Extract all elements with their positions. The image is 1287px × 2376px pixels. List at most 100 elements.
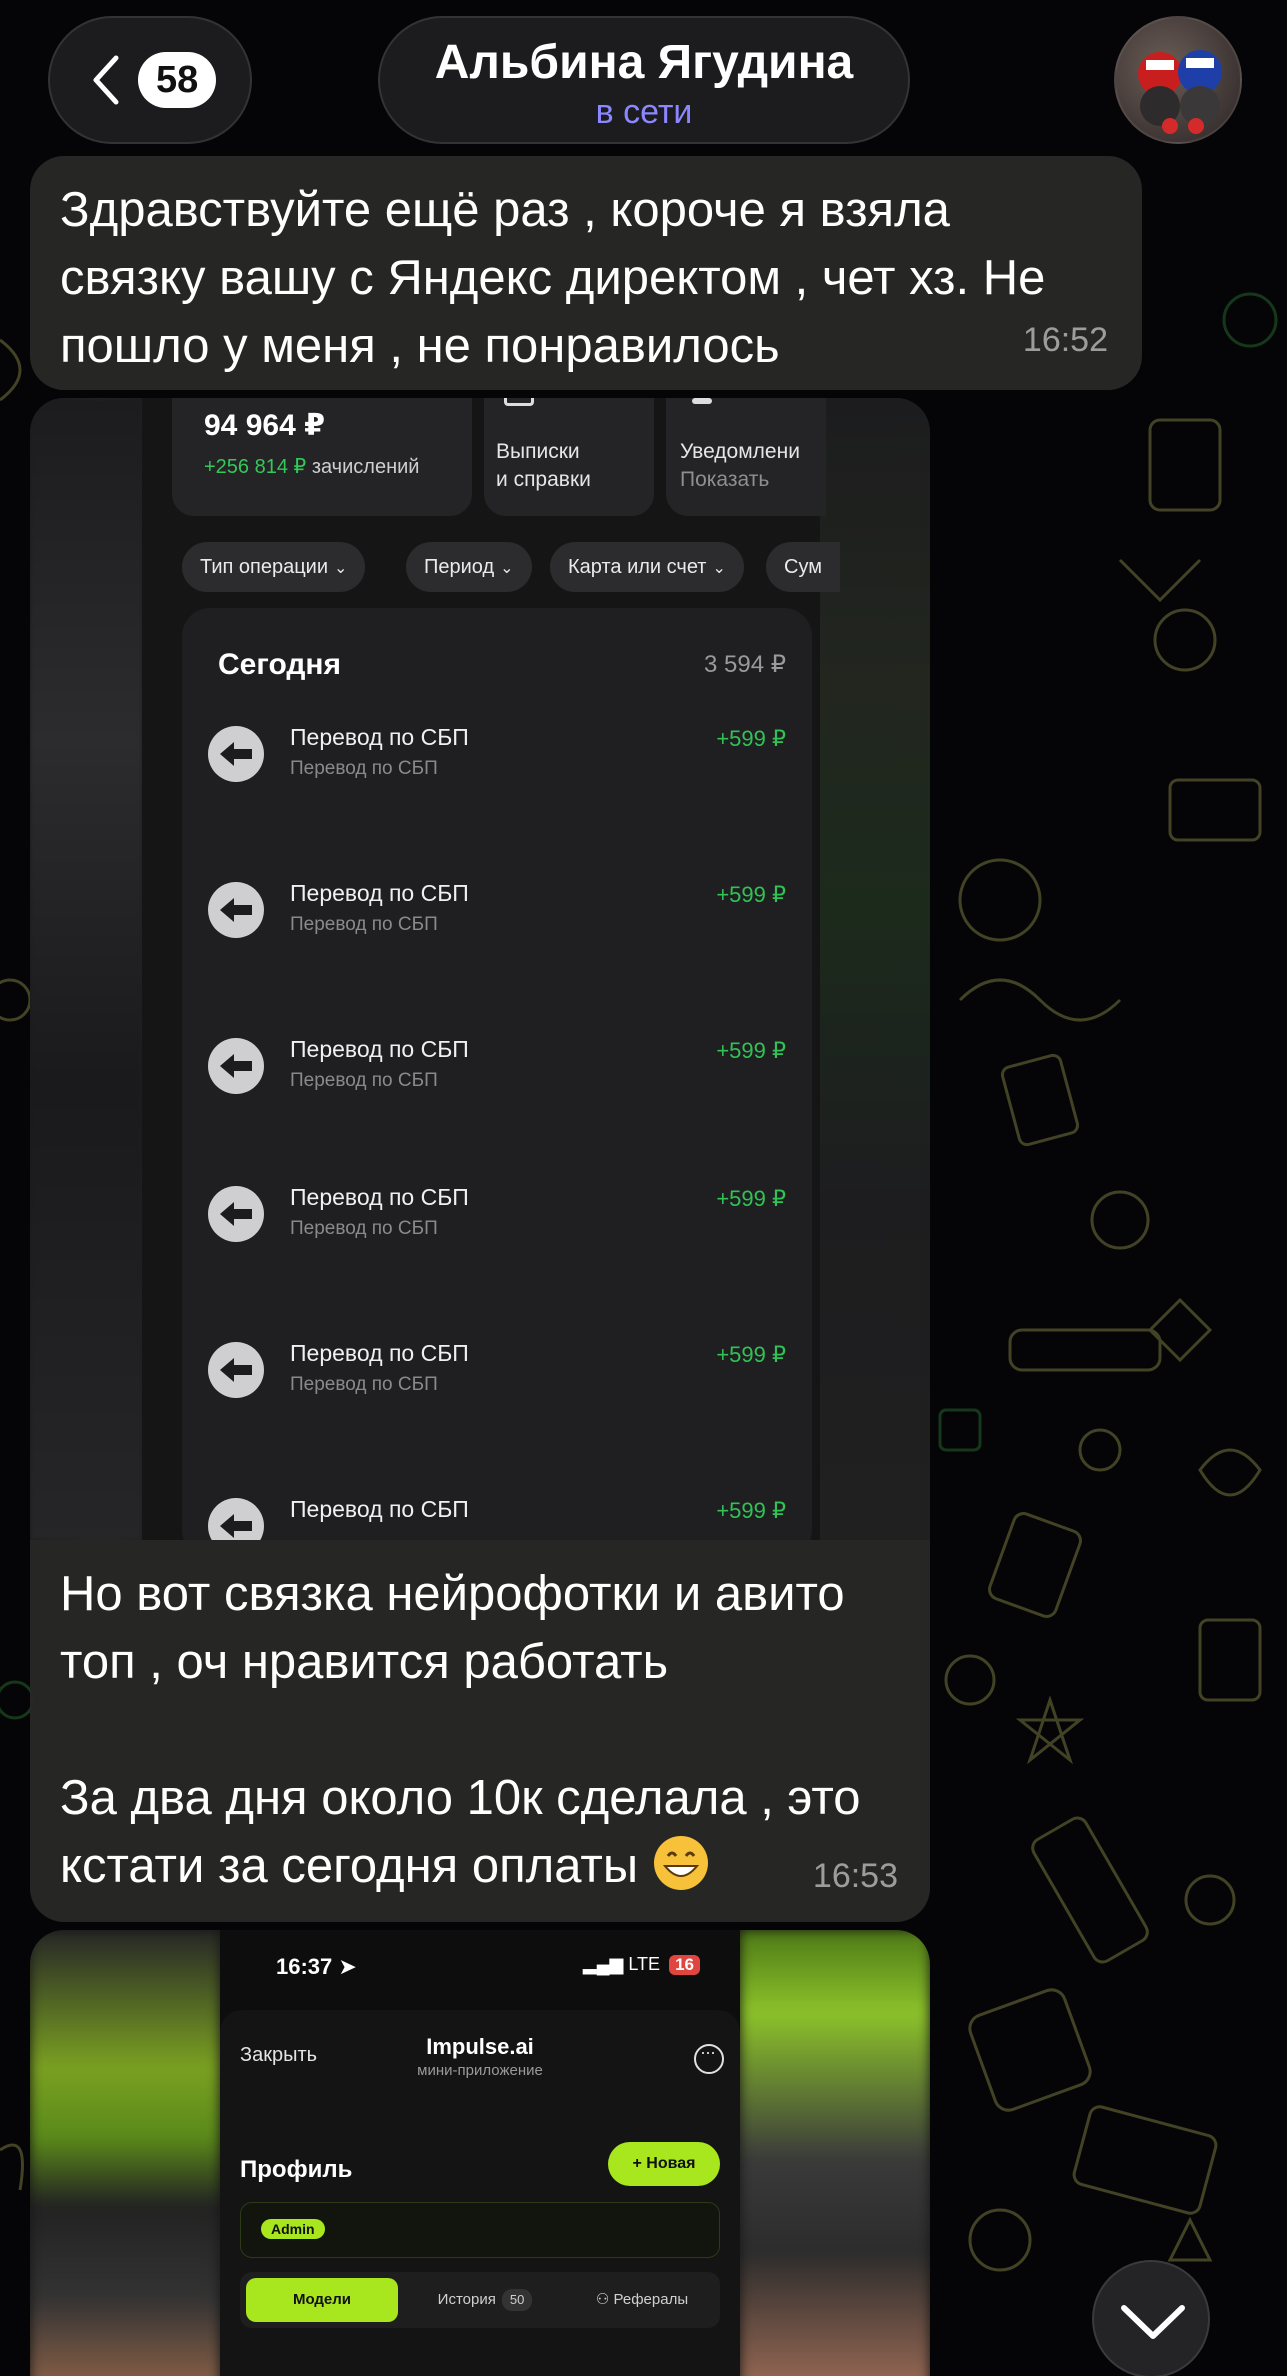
credits-label: зачислений [311, 456, 420, 478]
back-button[interactable]: 58 [48, 16, 252, 144]
mini-app-sheet: Закрыть Impulse.ai мини-приложение Профи… [220, 2010, 740, 2376]
credits-amount: +256 814 ₽ [204, 456, 307, 478]
bank-app-screen: 94 964 ₽ +256 814 ₽ зачислений Выписки и… [142, 398, 840, 1540]
filter-chip-label: Карта или счет [568, 556, 707, 578]
tab-models: Модели [246, 2278, 398, 2322]
avatar[interactable] [1114, 16, 1242, 144]
arrow-left-icon [208, 1186, 264, 1242]
scroll-down-button[interactable] [1092, 2260, 1210, 2376]
app-tabs: Модели История 50 ⚇ Рефералы [240, 2272, 720, 2328]
profile-title: Профиль [240, 2156, 353, 2183]
message-time: 16:53 [812, 1857, 898, 1895]
bell-icon [692, 398, 712, 404]
operation-row: Перевод по СБП Перевод по СБП +599 ₽ [182, 876, 812, 956]
location-arrow-icon: ➤ [338, 1954, 357, 1979]
document-icon [504, 398, 534, 406]
operation-title: Перевод по СБП [290, 724, 469, 750]
more-options-icon [694, 2042, 724, 2074]
operation-amount: +599 ₽ [716, 1342, 786, 1367]
balance-card: 94 964 ₽ +256 814 ₽ зачислений [172, 398, 472, 516]
operation-title: Перевод по СБП [290, 880, 469, 906]
filter-chip: Тип операции ⌄ [182, 542, 366, 592]
chevron-down-icon [1121, 2305, 1185, 2339]
statements-tile: Выписки и справки [484, 398, 654, 516]
message-text-body: Но вот связка нейрофотки и авито топ , о… [60, 1567, 861, 1893]
operation-subtitle: Перевод по СБП [290, 758, 438, 779]
operation-amount: +599 ₽ [716, 726, 786, 751]
admin-badge: Admin [261, 2219, 325, 2239]
chevron-left-icon [93, 55, 119, 105]
filter-chip: Сум [766, 542, 840, 592]
message-time: 16:52 [1022, 321, 1108, 359]
operation-amount: +599 ₽ [716, 1038, 786, 1063]
operation-subtitle: Перевод по СБП [290, 914, 438, 935]
arrow-left-icon [208, 726, 264, 782]
avatar-image [1138, 50, 1222, 134]
photo-bank-screenshot[interactable]: 94 964 ₽ +256 814 ₽ зачислений Выписки и… [30, 398, 930, 1540]
history-count: 50 [501, 2289, 533, 2311]
status-time-value: 16:37 [276, 1954, 333, 1979]
photo-blur-right [740, 1930, 930, 2376]
chevron-down-icon: ⌄ [712, 560, 726, 577]
status-network: ▂▄▆ LTE 16 [583, 1954, 700, 1975]
arrow-left-icon [208, 1498, 264, 1540]
operation-row: Перевод по СБП Перевод по СБП +599 ₽ [182, 1336, 812, 1416]
chat-title[interactable]: Альбина Ягудина в сети [378, 16, 910, 144]
statements-label: Выписки и справки [496, 440, 591, 491]
message-text: Здравствуйте ещё раз , короче я взяла св… [60, 183, 1046, 373]
notifications-sub: Показать [680, 468, 770, 491]
network-type: LTE [628, 1954, 661, 1974]
signal-icon: ▂▄▆ [582, 1954, 624, 1974]
operation-row: Перевод по СБП Перевод по СБП +599 ₽ [182, 1032, 812, 1112]
message-text: Но вот связка нейрофотки и авито топ , о… [60, 1560, 900, 1900]
tab-history-label: История [437, 2291, 496, 2308]
incoming-message[interactable]: Но вот связка нейрофотки и авито топ , о… [30, 1540, 930, 1922]
operation-title: Перевод по СБП [290, 1184, 469, 1210]
app-name: Impulse.ai [426, 2034, 534, 2059]
operation-row: Перевод по СБП Перевод по СБП +599 ₽ [182, 720, 812, 800]
chevron-down-icon: ⌄ [500, 560, 514, 577]
contact-status: в сети [595, 93, 693, 131]
operation-subtitle: Перевод по СБП [290, 1218, 438, 1239]
operation-amount: +599 ₽ [716, 882, 786, 907]
arrow-left-icon [208, 1342, 264, 1398]
grinning-face-icon [653, 1836, 708, 1890]
filter-chip-label: Тип операции [200, 556, 329, 578]
photo-blur-left [30, 1930, 220, 2376]
operation-amount: +599 ₽ [716, 1186, 786, 1211]
filter-chip-label: Период [424, 556, 495, 578]
tab-referrals-label: Рефералы [613, 2291, 689, 2308]
role-box: Admin [240, 2202, 720, 2258]
unread-count-badge: 58 [138, 52, 217, 108]
operation-subtitle: Перевод по СБП [290, 1070, 438, 1091]
operations-list: Сегодня 3 594 ₽ Перевод по СБП Перевод п… [182, 608, 812, 1540]
operation-title: Перевод по СБП [290, 1036, 469, 1062]
phone-screen: 16:37 ➤ ▂▄▆ LTE 16 Закрыть Impulse.ai ми… [220, 1930, 740, 2376]
app-subtitle: мини-приложение [417, 2062, 543, 2079]
chevron-down-icon: ⌄ [334, 560, 348, 577]
section-total: 3 594 ₽ [704, 651, 786, 678]
incoming-message[interactable]: Здравствуйте ещё раз , короче я взяла св… [30, 156, 1142, 390]
operation-title: Перевод по СБП [290, 1340, 469, 1366]
battery-level: 16 [669, 1955, 700, 1975]
photo-app-screenshot[interactable]: 16:37 ➤ ▂▄▆ LTE 16 Закрыть Impulse.ai ми… [30, 1930, 930, 2376]
notifications-title: Уведомлени [680, 440, 800, 463]
photo-blur-left [30, 398, 142, 1540]
arrow-left-icon [208, 1038, 264, 1094]
new-button: + Новая [608, 2142, 720, 2186]
people-icon: ⚇ [595, 2291, 614, 2308]
operation-subtitle: Перевод по СБП [290, 1374, 438, 1395]
balance-amount: 94 964 ₽ [204, 409, 325, 442]
operation-row: Перевод по СБП Перевод по СБП +599 ₽ [182, 1180, 812, 1260]
status-time: 16:37 ➤ [276, 1954, 357, 1980]
filter-chip: Карта или счет ⌄ [550, 542, 744, 592]
section-title: Сегодня [218, 648, 342, 681]
filter-chip-label: Сум [784, 556, 822, 578]
notifications-tile: Уведомлени Показать [666, 398, 826, 516]
arrow-left-icon [208, 882, 264, 938]
credits-line: +256 814 ₽ зачислений [204, 454, 419, 479]
tab-history: История 50 [410, 2278, 560, 2322]
filter-chip: Период ⌄ [406, 542, 532, 592]
operation-title: Перевод по СБП [290, 1496, 469, 1522]
operation-row: Перевод по СБП +599 ₽ [182, 1492, 812, 1540]
